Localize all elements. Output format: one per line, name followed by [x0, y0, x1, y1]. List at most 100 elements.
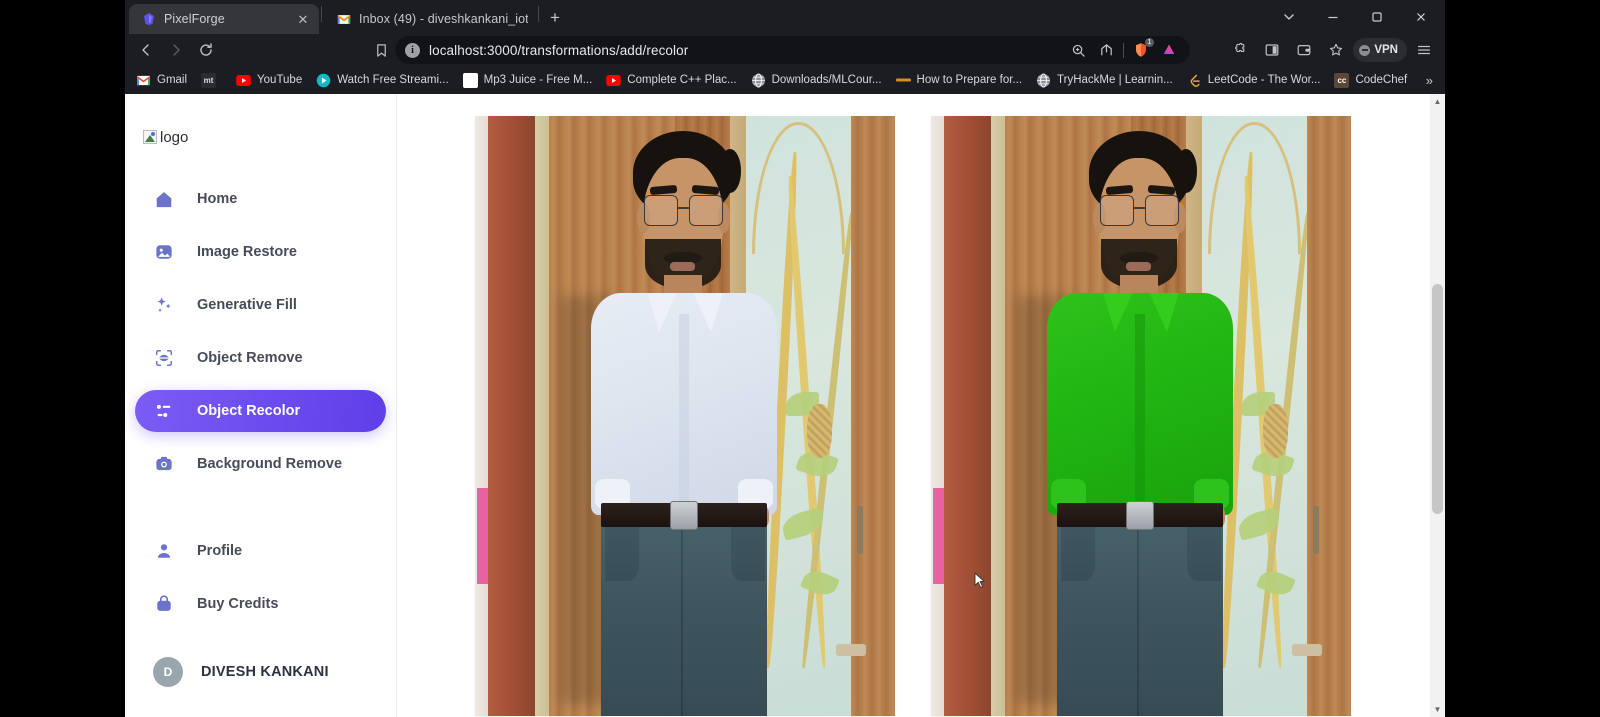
- scroll-up-icon[interactable]: ▲: [1430, 94, 1445, 109]
- user-name: DIVESH KANKANI: [201, 664, 329, 680]
- sidebar-nav-secondary: Profile Buy Credits D DIVESH KANKANI: [125, 530, 396, 694]
- codechef-icon: cc: [1334, 72, 1350, 88]
- sidebar-panel-icon[interactable]: [1257, 36, 1287, 64]
- sidebar-item-label: Profile: [197, 543, 243, 559]
- brave-shield-icon[interactable]: 1: [1130, 38, 1154, 61]
- shield-badge: 1: [1145, 38, 1154, 47]
- tab-separator: [538, 5, 539, 22]
- bookmarks-overflow-icon[interactable]: »: [1418, 73, 1441, 88]
- app-sidebar: logo Home Image Restore Generative Fill …: [125, 94, 397, 717]
- home-icon: [153, 188, 175, 210]
- tab-gmail-inbox[interactable]: Inbox (49) - diveshkankani_iot_2022: [324, 4, 536, 34]
- recolor-icon: [153, 400, 175, 422]
- sidebar-nav-primary: Home Image Restore Generative Fill Objec…: [125, 178, 396, 496]
- bookmark-downloads-mlcourse[interactable]: Downloads/MLCour...: [744, 69, 889, 91]
- scrollbar-thumb[interactable]: [1432, 284, 1443, 514]
- bookmark-label: CodeChef: [1355, 74, 1408, 86]
- bookmark-label: Mp3 Juice - Free M...: [483, 74, 593, 86]
- sidebar-item-label: Home: [197, 191, 238, 207]
- youtube-icon: [606, 73, 622, 88]
- scroll-down-icon[interactable]: ▼: [1430, 702, 1445, 717]
- photo-subject: [475, 116, 895, 716]
- sidebar-item-home[interactable]: Home: [135, 178, 386, 220]
- mt-icon: mt: [201, 72, 217, 88]
- sidebar-item-buy-credits[interactable]: Buy Credits: [135, 583, 386, 625]
- hamburger-menu-icon[interactable]: [1409, 36, 1439, 64]
- transformed-photo[interactable]: [931, 116, 1351, 716]
- gmail-icon: [136, 73, 151, 88]
- sidebar-item-profile[interactable]: Profile: [135, 530, 386, 572]
- sidebar-item-generative-fill[interactable]: Generative Fill: [135, 284, 386, 326]
- sidebar-item-label: Buy Credits: [197, 596, 279, 612]
- bookmark-label: Complete C++ Plac...: [627, 74, 737, 86]
- broken-image-icon: [143, 130, 157, 144]
- bookmark-gmail[interactable]: Gmail: [129, 69, 194, 91]
- sidebar-item-object-remove[interactable]: Object Remove: [135, 337, 386, 379]
- bookmark-how-to-prepare[interactable]: How to Prepare for...: [889, 69, 1029, 91]
- tab-search-icon[interactable]: [1267, 2, 1311, 32]
- navigation-toolbar: i localhost:3000/transformations/add/rec…: [125, 34, 1445, 66]
- new-tab-button[interactable]: +: [541, 4, 569, 32]
- tab-pixelforge[interactable]: PixelForge ✕: [129, 4, 319, 34]
- extensions-puzzle-icon[interactable]: [1225, 36, 1255, 64]
- bookmark-icon[interactable]: [367, 36, 395, 64]
- wallet-icon[interactable]: [1289, 36, 1319, 64]
- vpn-button[interactable]: VPN: [1353, 38, 1407, 62]
- image-comparison-row: [397, 116, 1445, 716]
- close-icon[interactable]: ✕: [295, 11, 311, 27]
- sidebar-item-image-restore[interactable]: Image Restore: [135, 231, 386, 273]
- blank-page-icon: [462, 72, 478, 88]
- share-icon[interactable]: [1095, 39, 1117, 61]
- orange-bar-icon: [895, 73, 911, 88]
- forward-icon[interactable]: [161, 36, 191, 64]
- back-icon[interactable]: [131, 36, 161, 64]
- bookmark-leetcode[interactable]: LeetCode - The Wor...: [1180, 69, 1328, 91]
- bookmark-tryhackme[interactable]: TryHackMe | Learnin...: [1029, 69, 1180, 91]
- bookmark-watch-free-streaming[interactable]: Watch Free Streami...: [309, 69, 455, 91]
- window-controls: [1267, 2, 1443, 32]
- sidebar-item-background-remove[interactable]: Background Remove: [135, 443, 386, 485]
- minimize-icon[interactable]: [1311, 2, 1355, 32]
- sidebar-item-label: Background Remove: [197, 456, 343, 472]
- bag-icon: [153, 593, 175, 615]
- main-content: ▲ ▼: [397, 94, 1445, 717]
- reload-icon[interactable]: [191, 36, 221, 64]
- youtube-icon: [236, 73, 251, 88]
- app-logo[interactable]: logo: [125, 116, 396, 152]
- sidebar-item-label: Generative Fill: [197, 297, 297, 313]
- logo-alt-text: logo: [160, 128, 189, 146]
- page-scrollbar[interactable]: ▲ ▼: [1430, 94, 1445, 717]
- image-restore-icon: [153, 241, 175, 263]
- leetcode-icon: [1187, 73, 1202, 88]
- browser-toolbar-actions: VPN: [1215, 36, 1439, 64]
- address-bar[interactable]: i localhost:3000/transformations/add/rec…: [395, 36, 1190, 64]
- bookmark-mp3-juice[interactable]: Mp3 Juice - Free M...: [456, 69, 600, 91]
- avatar[interactable]: D: [153, 657, 183, 687]
- original-photo[interactable]: [475, 116, 895, 716]
- close-window-icon[interactable]: [1399, 2, 1443, 32]
- pixelforge-icon: [141, 12, 156, 27]
- desktop-background: PixelForge ✕ Inbox (49) - diveshkankani_…: [0, 0, 1600, 717]
- bookmark-youtube[interactable]: YouTube: [229, 69, 309, 91]
- bookmark-codechef[interactable]: cc CodeChef: [1327, 69, 1414, 91]
- sidebar-item-object-recolor[interactable]: Object Recolor: [135, 390, 386, 432]
- photo-subject: [931, 116, 1351, 716]
- bookmark-label: YouTube: [257, 74, 303, 86]
- tab-title: Inbox (49) - diveshkankani_iot_2022: [359, 12, 528, 26]
- leo-ai-icon[interactable]: [1158, 39, 1180, 61]
- globe-icon: [1036, 72, 1051, 88]
- url-text: localhost:3000/transformations/add/recol…: [429, 42, 689, 58]
- camera-icon: [153, 453, 175, 475]
- bookmark-label: Watch Free Streami...: [337, 74, 449, 86]
- zoom-search-icon[interactable]: [1067, 39, 1089, 61]
- brave-rewards-icon[interactable]: [1321, 36, 1351, 64]
- sidebar-item-label: Object Recolor: [197, 403, 301, 419]
- globe-icon: [751, 72, 766, 88]
- sidebar-user-profile[interactable]: D DIVESH KANKANI: [135, 650, 386, 694]
- bookmark-mt[interactable]: mt: [194, 69, 229, 91]
- page-viewport: logo Home Image Restore Generative Fill …: [125, 94, 1445, 717]
- bookmark-complete-cpp[interactable]: Complete C++ Plac...: [599, 69, 743, 91]
- maximize-icon[interactable]: [1355, 2, 1399, 32]
- site-info-icon[interactable]: i: [405, 42, 420, 58]
- tab-strip: PixelForge ✕ Inbox (49) - diveshkankani_…: [125, 0, 1445, 34]
